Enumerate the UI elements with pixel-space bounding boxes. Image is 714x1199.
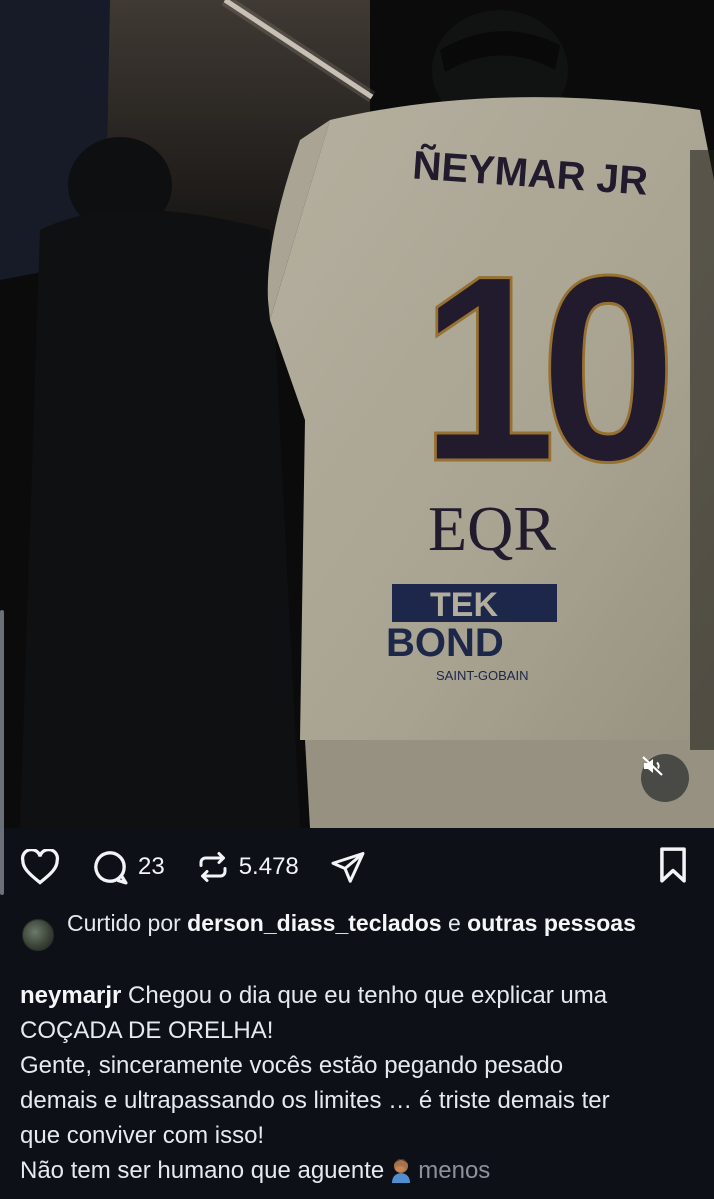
caption-line: COÇADA DE ORELHA!: [20, 1017, 274, 1044]
caption-line: que conviver com isso!: [20, 1122, 265, 1149]
mute-toggle-button[interactable]: [641, 754, 689, 802]
liked-by: Curtido por derson_diass_teclados e outr…: [22, 909, 702, 951]
post-action-bar: 23 5.478: [0, 828, 714, 906]
heart-icon: [20, 849, 60, 885]
post-caption: neymarjr Chegou o dia que eu tenho que e…: [20, 978, 700, 1188]
liked-by-prefix: Curtido por: [67, 910, 188, 936]
caption-line: Não tem ser humano que aguente menos: [20, 1153, 700, 1188]
post-media[interactable]: ÑEYMAR JR 10 EQR TEK BOND SAINT-GOBAIN: [0, 0, 714, 828]
share-button[interactable]: [329, 849, 367, 885]
caption-line: neymarjr Chegou o dia que eu tenho que e…: [20, 978, 700, 1013]
speaker-muted-icon: [642, 756, 663, 776]
caption-username[interactable]: neymarjr: [20, 982, 121, 1009]
avatar[interactable]: [22, 919, 54, 951]
share-icon: [331, 852, 365, 883]
liked-by-others[interactable]: outras pessoas: [467, 910, 636, 936]
liked-by-user[interactable]: derson_diass_teclados: [187, 910, 441, 936]
comment-count: 23: [138, 853, 165, 880]
like-button[interactable]: [20, 849, 60, 885]
save-button[interactable]: [656, 846, 690, 889]
liked-by-text: Curtido por derson_diass_teclados e outr…: [67, 909, 636, 938]
caption-text: Chegou o dia que eu tenho que explicar u…: [121, 982, 608, 1009]
collapse-caption-link[interactable]: menos: [418, 1157, 490, 1184]
repost-button[interactable]: 5.478: [195, 847, 299, 887]
comment-icon: [94, 851, 128, 885]
facepalm-emoji-icon: [388, 1157, 414, 1183]
bookmark-icon: [660, 846, 686, 883]
repost-icon: [199, 852, 227, 882]
video-frame: ÑEYMAR JR 10 EQR TEK BOND SAINT-GOBAIN: [0, 0, 714, 828]
comment-button[interactable]: 23: [90, 847, 165, 887]
caption-line: Gente, sinceramente vocês estão pegando …: [20, 1052, 564, 1079]
caption-text: Não tem ser humano que aguente: [20, 1157, 385, 1184]
caption-line: demais e ultrapassando os limites … é tr…: [20, 1087, 610, 1114]
liked-by-connector: e: [441, 910, 468, 936]
repost-count: 5.478: [238, 853, 299, 880]
